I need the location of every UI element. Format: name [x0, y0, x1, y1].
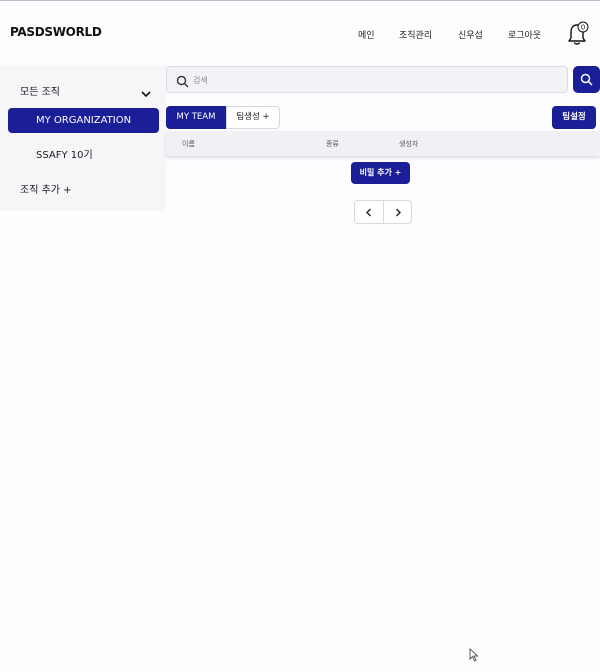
search-input[interactable] — [193, 71, 553, 89]
logo[interactable]: PASDSWORLD — [10, 25, 102, 39]
pagination — [354, 200, 412, 224]
team-setting-button[interactable]: 팀설정 — [552, 106, 596, 129]
sidebar-item-ssafy[interactable]: SSAFY 10기 — [36, 146, 93, 161]
sidebar-item-my-organization[interactable]: MY ORGANIZATION — [8, 108, 159, 133]
notification-count: 0 — [581, 24, 585, 32]
column-header-name: 이름 — [182, 140, 195, 148]
search-bar — [166, 66, 568, 93]
search-icon — [176, 73, 189, 88]
chevron-right-icon — [396, 208, 401, 217]
nav-logout[interactable]: 로그아웃 — [508, 28, 541, 41]
nav-org-management[interactable]: 조직관리 — [399, 28, 432, 41]
sidebar-all-orgs[interactable]: 모든 조직 — [20, 83, 60, 98]
prev-page-button[interactable] — [355, 201, 383, 223]
chevron-down-icon[interactable] — [140, 84, 152, 98]
header: PASDSWORLD 메인 조직관리 신우섭 로그아웃 0 — [0, 1, 600, 63]
search-button[interactable] — [573, 66, 600, 93]
add-org-button[interactable]: 조직 추가 + — [20, 181, 72, 196]
tab-create-team[interactable]: 팀생성 + — [226, 106, 280, 129]
nav-main[interactable]: 메인 — [358, 28, 375, 41]
chevron-left-icon — [366, 208, 371, 217]
tab-my-team[interactable]: MY TEAM — [166, 106, 226, 129]
nav-user-name[interactable]: 신우섭 — [458, 28, 483, 41]
mouse-cursor — [469, 647, 479, 662]
column-header-type: 종류 — [326, 140, 339, 148]
bell-icon[interactable]: 0 — [565, 20, 591, 48]
next-page-button[interactable] — [384, 201, 412, 223]
table-header: 이름 종류 생성자 — [166, 131, 600, 156]
search-icon — [580, 73, 593, 86]
column-header-creator: 생성자 — [399, 140, 419, 148]
add-secret-button[interactable]: 비밀 추가 + — [351, 162, 410, 184]
sidebar: 모든 조직 MY ORGANIZATION SSAFY 10기 조직 추가 + — [0, 66, 166, 211]
